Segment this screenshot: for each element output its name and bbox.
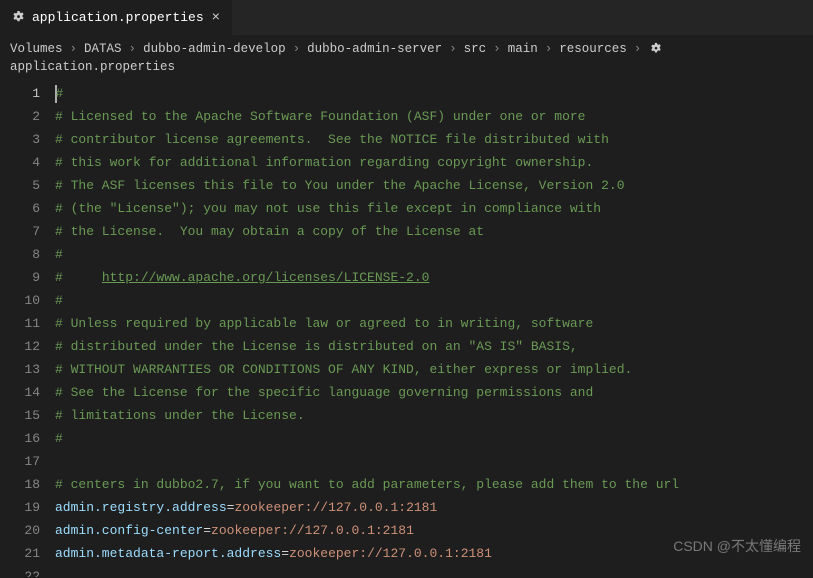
line-number: 3: [0, 128, 40, 151]
gear-icon: [648, 41, 663, 56]
breadcrumb-item[interactable]: main: [508, 42, 538, 56]
chevron-right-icon: ›: [126, 42, 140, 56]
breadcrumb-item[interactable]: dubbo-admin-server: [307, 42, 442, 56]
breadcrumb-item[interactable]: DATAS: [84, 42, 122, 56]
breadcrumb-item[interactable]: src: [464, 42, 487, 56]
line-number: 14: [0, 381, 40, 404]
close-icon[interactable]: ×: [210, 10, 222, 26]
tab-label: application.properties: [32, 10, 204, 25]
line-number: 9: [0, 266, 40, 289]
line-number: 10: [0, 289, 40, 312]
breadcrumb-item[interactable]: resources: [559, 42, 627, 56]
breadcrumb[interactable]: Volumes › DATAS › dubbo-admin-develop › …: [0, 36, 813, 79]
line-number: 13: [0, 358, 40, 381]
watermark: CSDN @不太懂编程: [673, 536, 801, 556]
code-line[interactable]: admin.registry.address=zookeeper://127.0…: [55, 496, 813, 519]
line-number-gutter: 12345678910111213141516171819202122: [0, 79, 55, 577]
code-line[interactable]: # this work for additional information r…: [55, 151, 813, 174]
line-number: 1: [0, 82, 40, 105]
breadcrumb-item[interactable]: Volumes: [10, 42, 63, 56]
chevron-right-icon: ›: [631, 42, 645, 56]
breadcrumb-item[interactable]: application.properties: [10, 60, 175, 74]
line-number: 2: [0, 105, 40, 128]
code-line[interactable]: # limitations under the License.: [55, 404, 813, 427]
breadcrumb-item[interactable]: dubbo-admin-develop: [143, 42, 286, 56]
line-number: 11: [0, 312, 40, 335]
line-number: 6: [0, 197, 40, 220]
chevron-right-icon: ›: [290, 42, 304, 56]
line-number: 15: [0, 404, 40, 427]
code-line[interactable]: #: [55, 243, 813, 266]
line-number: 22: [0, 565, 40, 577]
chevron-right-icon: ›: [490, 42, 504, 56]
code-line[interactable]: # distributed under the License is distr…: [55, 335, 813, 358]
code-line[interactable]: #: [55, 82, 813, 105]
url-link[interactable]: http://www.apache.org/licenses/LICENSE-2…: [102, 270, 430, 285]
code-line[interactable]: # Unless required by applicable law or a…: [55, 312, 813, 335]
line-number: 17: [0, 450, 40, 473]
chevron-right-icon: ›: [542, 42, 556, 56]
line-number: 4: [0, 151, 40, 174]
chevron-right-icon: ›: [67, 42, 81, 56]
code-line[interactable]: [55, 565, 813, 577]
code-line[interactable]: # Licensed to the Apache Software Founda…: [55, 105, 813, 128]
tab-application-properties[interactable]: application.properties ×: [0, 0, 233, 36]
tab-bar: application.properties ×: [0, 0, 813, 36]
code-line[interactable]: # The ASF licenses this file to You unde…: [55, 174, 813, 197]
code-line[interactable]: [55, 450, 813, 473]
gear-icon: [10, 10, 26, 26]
code-editor[interactable]: 12345678910111213141516171819202122 ## L…: [0, 79, 813, 577]
code-line[interactable]: # the License. You may obtain a copy of …: [55, 220, 813, 243]
line-number: 12: [0, 335, 40, 358]
code-line[interactable]: #: [55, 427, 813, 450]
chevron-right-icon: ›: [446, 42, 460, 56]
line-number: 18: [0, 473, 40, 496]
line-number: 20: [0, 519, 40, 542]
line-number: 16: [0, 427, 40, 450]
code-line[interactable]: # contributor license agreements. See th…: [55, 128, 813, 151]
code-line[interactable]: # WITHOUT WARRANTIES OR CONDITIONS OF AN…: [55, 358, 813, 381]
line-number: 8: [0, 243, 40, 266]
code-line[interactable]: # (the "License"); you may not use this …: [55, 197, 813, 220]
code-line[interactable]: # http://www.apache.org/licenses/LICENSE…: [55, 266, 813, 289]
code-line[interactable]: #: [55, 289, 813, 312]
line-number: 19: [0, 496, 40, 519]
line-number: 7: [0, 220, 40, 243]
code-line[interactable]: # centers in dubbo2.7, if you want to ad…: [55, 473, 813, 496]
code-content[interactable]: ## Licensed to the Apache Software Found…: [55, 79, 813, 577]
line-number: 5: [0, 174, 40, 197]
code-line[interactable]: # See the License for the specific langu…: [55, 381, 813, 404]
